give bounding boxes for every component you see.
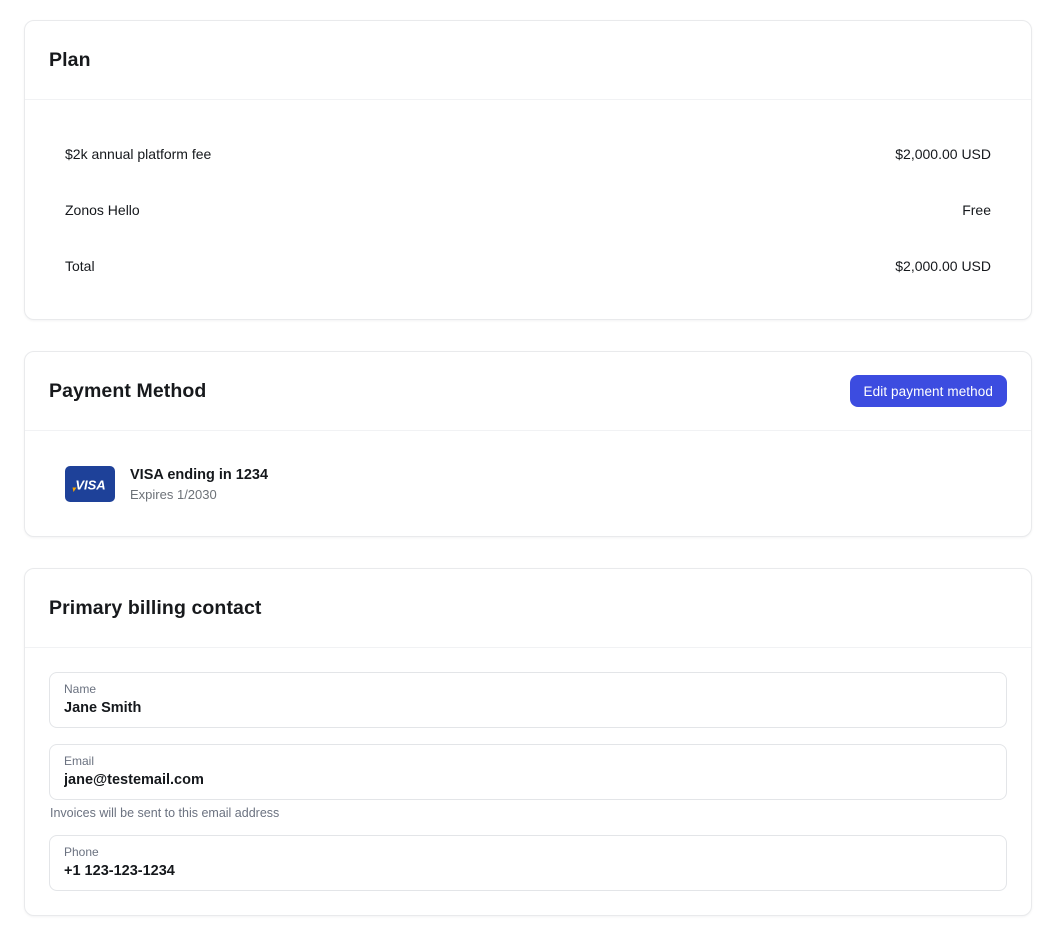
- card-summary: VISA ending in 1234: [130, 467, 268, 483]
- email-field-wrapper: Email: [49, 744, 1007, 800]
- plan-row-value: $2,000.00 USD: [895, 258, 991, 274]
- plan-row-value: $2,000.00 USD: [895, 146, 991, 162]
- name-field-label: Name: [64, 682, 992, 696]
- plan-row-value: Free: [962, 202, 991, 218]
- phone-field-label: Phone: [64, 845, 992, 859]
- email-helper-text: Invoices will be sent to this email addr…: [50, 806, 1007, 820]
- phone-field[interactable]: [64, 863, 992, 879]
- payment-method-info: VISA ending in 1234 Expires 1/2030: [130, 467, 268, 502]
- visa-icon-label: VISA: [75, 478, 105, 493]
- plan-row-zonos-hello: Zonos Hello Free: [65, 182, 991, 238]
- billing-contact-card: Primary billing contact Name Email Invoi…: [24, 568, 1032, 916]
- payment-method-header: Payment Method Edit payment method: [25, 352, 1031, 431]
- plan-card-header: Plan: [25, 21, 1031, 100]
- plan-row-label: Total: [65, 258, 95, 274]
- phone-field-wrapper: Phone: [49, 835, 1007, 891]
- plan-rows: $2k annual platform fee $2,000.00 USD Zo…: [25, 100, 1031, 319]
- payment-method-body: VISA VISA ending in 1234 Expires 1/2030: [25, 431, 1031, 536]
- plan-card: Plan $2k annual platform fee $2,000.00 U…: [24, 20, 1032, 320]
- billing-contact-body: Name Email Invoices will be sent to this…: [25, 648, 1031, 915]
- payment-method-title: Payment Method: [49, 380, 206, 403]
- plan-card-title: Plan: [49, 49, 91, 72]
- plan-row-total: Total $2,000.00 USD: [65, 238, 991, 294]
- email-field-label: Email: [64, 754, 992, 768]
- payment-method-card: Payment Method Edit payment method VISA …: [24, 351, 1032, 537]
- billing-contact-title: Primary billing contact: [49, 597, 262, 620]
- name-field-wrapper: Name: [49, 672, 1007, 728]
- payment-method-row: VISA VISA ending in 1234 Expires 1/2030: [65, 466, 991, 502]
- edit-payment-method-button[interactable]: Edit payment method: [850, 375, 1007, 407]
- plan-row-platform-fee: $2k annual platform fee $2,000.00 USD: [65, 126, 991, 182]
- plan-row-label: $2k annual platform fee: [65, 146, 211, 162]
- email-field[interactable]: [64, 772, 992, 788]
- billing-page: Plan $2k annual platform fee $2,000.00 U…: [0, 0, 1056, 916]
- card-expiry: Expires 1/2030: [130, 487, 268, 502]
- name-field[interactable]: [64, 700, 992, 716]
- plan-row-label: Zonos Hello: [65, 202, 140, 218]
- visa-card-icon: VISA: [65, 466, 115, 502]
- billing-contact-header: Primary billing contact: [25, 569, 1031, 648]
